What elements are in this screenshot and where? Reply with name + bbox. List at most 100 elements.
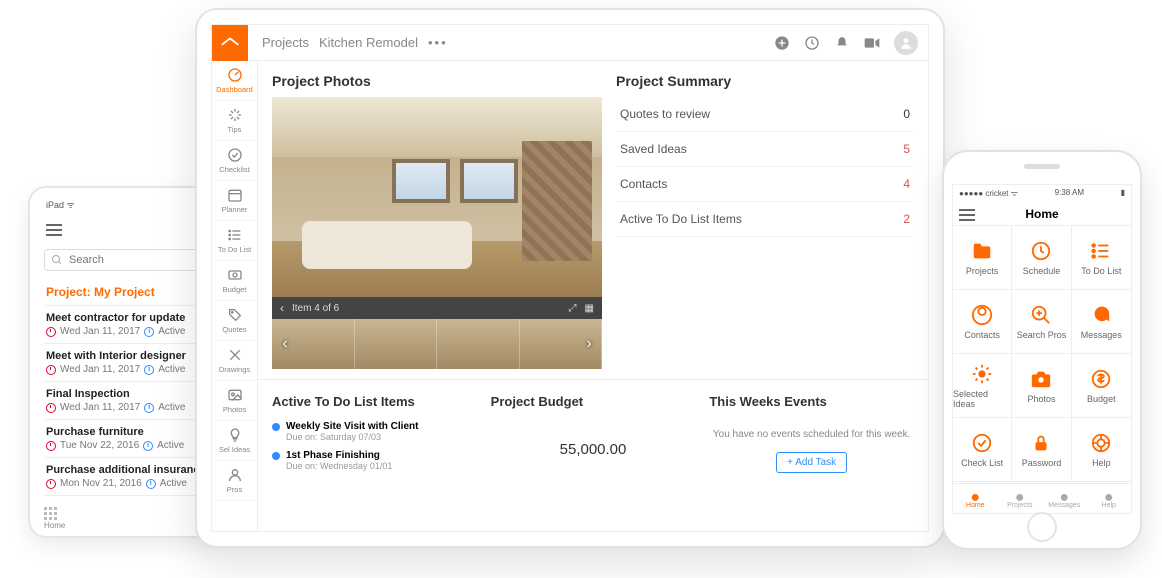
rail-dashboard[interactable]: Dashboard — [212, 61, 257, 101]
rail-label: Dashboard — [212, 85, 257, 94]
task-date: Wed Jan 11, 2017 — [60, 364, 140, 375]
rail-quotes[interactable]: Quotes — [212, 301, 257, 341]
rail-photos[interactable]: Photos — [212, 381, 257, 421]
crumb-projects[interactable]: Projects — [262, 35, 309, 50]
ipad-task-item[interactable]: Purchase additional insurance Mon Nov 21… — [44, 458, 208, 496]
phone-tile-grid: ProjectsSchedule To Do List Contacts Search… — [953, 226, 1131, 483]
tile-help[interactable]: Help — [1072, 418, 1131, 482]
tab-home[interactable]: ●Home — [953, 484, 998, 513]
rail-label: Sel Ideas — [212, 445, 257, 454]
add-icon[interactable] — [774, 35, 790, 51]
search-input[interactable] — [44, 249, 208, 271]
rail-tips[interactable]: Tips — [212, 101, 257, 141]
todo-title: 1st Phase Finishing — [286, 450, 392, 461]
avatar[interactable] — [894, 31, 918, 55]
crumb-current[interactable]: Kitchen Remodel — [319, 35, 418, 50]
rail-label: Photos — [212, 405, 257, 414]
todo-due: Due on: Saturday 07/03 — [286, 432, 418, 442]
tile-selected-ideas[interactable]: Selected Ideas — [953, 354, 1012, 418]
tab-label: Projects — [1007, 502, 1032, 509]
clock-icon — [46, 441, 56, 451]
hamburger-icon[interactable] — [46, 221, 62, 239]
rail-checklist[interactable]: Checklist — [212, 141, 257, 181]
tile-to-do-list[interactable]: To Do List — [1072, 226, 1131, 290]
rail-pros[interactable]: Pros — [212, 461, 257, 501]
tile-budget[interactable]: Budget — [1072, 354, 1131, 418]
ipad-task-item[interactable]: Meet contractor for update Wed Jan 11, 2… — [44, 306, 208, 344]
tile-messages[interactable]: Messages — [1072, 290, 1131, 354]
rail-budget[interactable]: Budget — [212, 261, 257, 301]
life-icon — [1090, 432, 1112, 454]
battery-icon: ▮ — [1121, 188, 1125, 199]
rail-to-do-list[interactable]: To Do List — [212, 221, 257, 261]
phone-time: 9:38 AM — [1055, 188, 1084, 199]
rail-label: To Do List — [212, 245, 257, 254]
tab-messages[interactable]: ●Messages — [1042, 484, 1087, 513]
search-field[interactable] — [69, 254, 201, 266]
tile-schedule[interactable]: Schedule — [1012, 226, 1071, 290]
clock-icon — [46, 403, 56, 413]
clock-icon — [46, 365, 56, 375]
ipad-task-item[interactable]: Purchase furniture Tue Nov 22, 2016 i Ac… — [44, 420, 208, 458]
add-task-button[interactable]: + Add Task — [776, 452, 847, 473]
todo-item[interactable]: 1st Phase FinishingDue on: Wednesday 01/… — [272, 446, 477, 475]
rail-sel-ideas[interactable]: Sel Ideas — [212, 421, 257, 461]
tile-check-list[interactable]: Check List — [953, 418, 1012, 482]
rail-label: Pros — [212, 485, 257, 494]
tile-label: Contacts — [964, 330, 1000, 340]
project-photo-main[interactable] — [272, 97, 602, 297]
thumbnail[interactable] — [437, 319, 520, 369]
lock-icon — [1030, 432, 1052, 454]
hamburger-icon[interactable] — [959, 206, 975, 224]
ipad-task-item[interactable]: Meet with Interior designer Wed Jan 11, … — [44, 344, 208, 382]
expand-icon[interactable]: ⤢ — [569, 303, 577, 314]
task-status: Active — [158, 402, 185, 413]
dollar-icon — [1090, 368, 1112, 390]
clock-icon — [1030, 240, 1052, 262]
more-icon[interactable]: ••• — [428, 35, 448, 50]
todo-item[interactable]: Weekly Site Visit with ClientDue on: Sat… — [272, 417, 477, 446]
tile-search-pros[interactable]: Search Pros — [1012, 290, 1071, 354]
bell-icon[interactable] — [834, 35, 850, 51]
summary-row[interactable]: Contacts4 — [616, 167, 914, 202]
summary-label: Contacts — [620, 177, 667, 191]
tab-help[interactable]: ●Help — [1087, 484, 1132, 513]
tile-password[interactable]: Password — [1012, 418, 1071, 482]
tab-icon: ● — [970, 489, 980, 501]
thumb-prev-icon[interactable]: ‹ — [276, 335, 294, 353]
thumb-next-icon[interactable]: › — [580, 335, 598, 353]
tile-projects[interactable]: Projects — [953, 226, 1012, 290]
events-empty-message: You have no events scheduled for this we… — [709, 417, 914, 452]
project-title[interactable]: Project: My Project — [44, 279, 208, 306]
tab-projects[interactable]: ●Projects — [998, 484, 1043, 513]
summary-row[interactable]: Quotes to review0 — [616, 97, 914, 132]
summary-row[interactable]: Active To Do List Items2 — [616, 202, 914, 237]
summary-value: 2 — [903, 212, 910, 226]
app-logo[interactable] — [212, 25, 248, 61]
task-title: Meet contractor for update — [46, 312, 206, 324]
grid-view-icon[interactable]: ▦ — [585, 303, 594, 314]
rail-drawings[interactable]: Drawings — [212, 341, 257, 381]
home-button[interactable] — [1027, 512, 1057, 542]
tile-contacts[interactable]: Contacts — [953, 290, 1012, 354]
thumbnail[interactable] — [355, 319, 438, 369]
spark-icon — [212, 107, 257, 123]
tab-icon: ● — [1104, 489, 1114, 501]
video-icon[interactable] — [864, 35, 880, 51]
app-grid-icon — [44, 507, 58, 521]
rail-planner[interactable]: Planner — [212, 181, 257, 221]
tab-label: Help — [1102, 502, 1116, 509]
summary-row[interactable]: Saved Ideas5 — [616, 132, 914, 167]
tag-icon — [212, 307, 257, 323]
photo-toolbar: ‹ Item 4 of 6 ⤢ ▦ — [272, 297, 602, 319]
rail-label: Checklist — [212, 165, 257, 174]
budget-value: 55,000.00 — [491, 417, 696, 482]
tile-photos[interactable]: Photos — [1012, 354, 1071, 418]
photo-prev-icon[interactable]: ‹ — [280, 301, 284, 315]
sync-icon[interactable] — [804, 35, 820, 51]
info-icon: i — [144, 365, 154, 375]
tile-label: To Do List — [1081, 266, 1121, 276]
ipad-task-item[interactable]: Final Inspection Wed Jan 11, 2017 i Acti… — [44, 382, 208, 420]
budget-heading: Project Budget — [491, 394, 696, 409]
ipad-footer-home[interactable]: Home — [44, 507, 65, 530]
